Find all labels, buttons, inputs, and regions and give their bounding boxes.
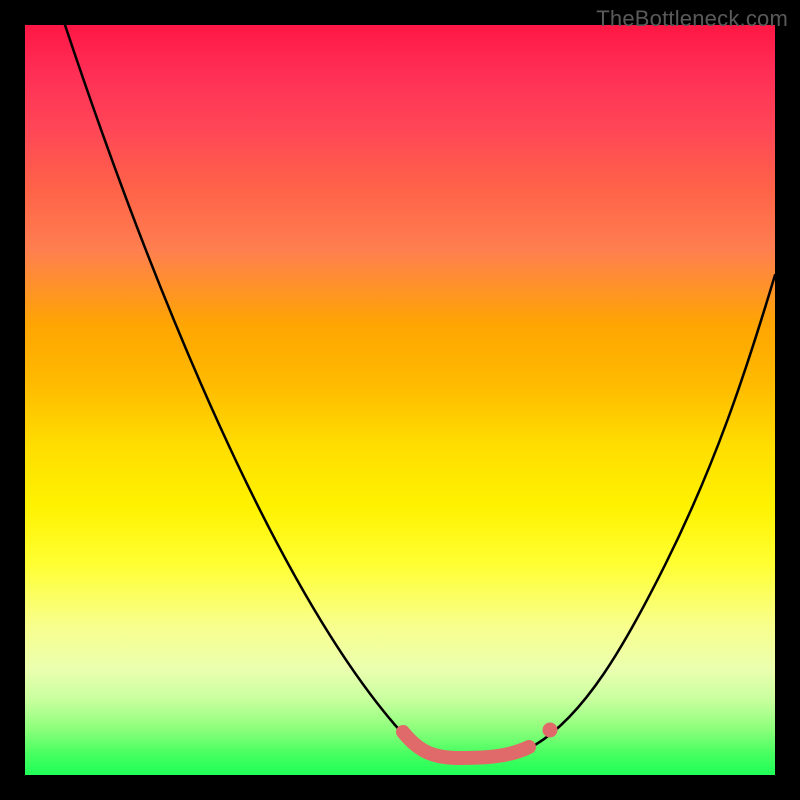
curve-overlay [25,25,775,775]
bottleneck-curve [65,25,775,758]
highlight-segment [403,732,529,758]
chart-container: TheBottleneck.com [0,0,800,800]
watermark-text: TheBottleneck.com [596,6,788,32]
highlight-endpoint [543,723,558,738]
plot-area [25,25,775,775]
